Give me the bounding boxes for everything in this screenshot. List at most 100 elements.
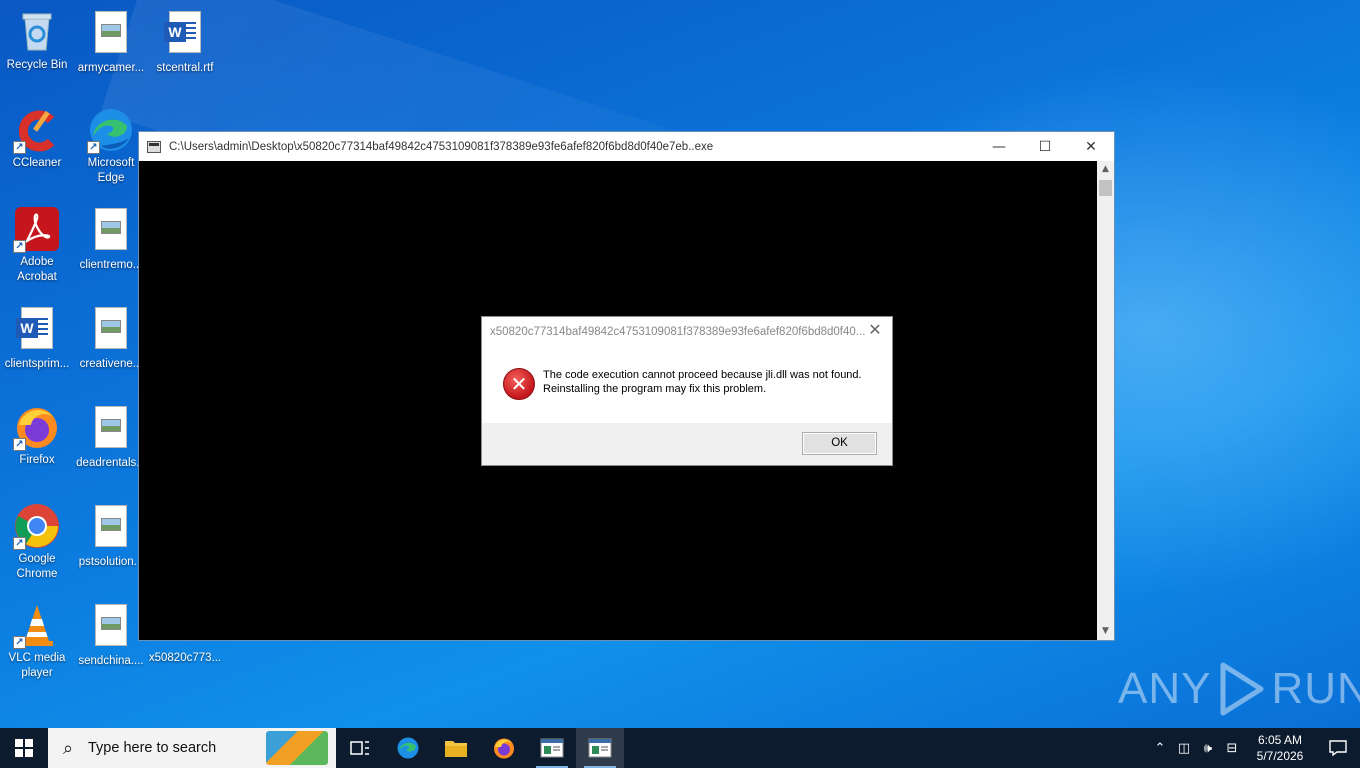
desktop-icon-label: clientremo... [79, 259, 143, 271]
desktop-icon-deadrentals[interactable]: deadrentals... [74, 403, 148, 471]
desktop-icon-label: x50820c773... [148, 652, 222, 664]
desktop-icon-label: stcentral.rtf [156, 62, 214, 74]
firefox-icon [494, 738, 514, 759]
meet-now-icon[interactable]: ◫ [1172, 741, 1196, 756]
image-file-icon [87, 307, 135, 355]
taskbar-file-explorer[interactable] [432, 728, 480, 768]
taskbar-console-app[interactable] [528, 728, 576, 768]
taskbar-firefox[interactable] [480, 728, 528, 768]
desktop-icon-ccleaner[interactable]: ↗ CCleaner [0, 106, 74, 171]
console-app-icon [540, 738, 564, 758]
desktop-icon-label: sendchina.... [78, 655, 144, 667]
desktop-icon-label: deadrentals... [76, 457, 146, 469]
console-app-icon [588, 738, 612, 758]
desktop: Recycle Bin ↗ CCleaner ↗ Adobe Acrobat W… [0, 0, 1360, 728]
shortcut-arrow-icon: ↗ [13, 141, 26, 154]
dialog-footer: OK [482, 423, 892, 465]
clock-time: 6:05 AM [1257, 733, 1303, 747]
notification-icon [1329, 740, 1347, 756]
image-file-icon [87, 604, 135, 652]
search-icon: ⌕ [62, 737, 74, 759]
minimize-button[interactable]: — [976, 132, 1022, 161]
ccleaner-icon: ↗ [13, 106, 61, 154]
shortcut-arrow-icon: ↗ [13, 636, 26, 649]
desktop-icon-label: Recycle Bin [6, 59, 68, 71]
desktop-icon-sendchina[interactable]: sendchina.... [74, 601, 148, 669]
taskbar-edge[interactable] [384, 728, 432, 768]
maximize-button[interactable]: ☐ [1022, 132, 1068, 161]
dialog-close-icon[interactable]: ✕ [864, 320, 886, 342]
desktop-icon-pstsolution[interactable]: pstsolution... [74, 502, 148, 570]
dialog-body: ✕ The code execution cannot proceed beca… [482, 346, 892, 424]
word-document-icon: W [161, 11, 209, 59]
show-hidden-icons-chevron-up-icon[interactable]: ⌃ [1148, 741, 1172, 756]
search-highlight-image [266, 731, 328, 765]
image-file-icon [87, 406, 135, 454]
desktop-icon-label: creativene... [79, 358, 143, 370]
scrollbar-thumb[interactable] [1099, 180, 1112, 196]
taskbar-clock[interactable]: 6:05 AM 5/7/2026 [1244, 732, 1316, 764]
desktop-icon-label: clientsprim... [4, 358, 70, 370]
scroll-down-arrow-icon[interactable]: ▼ [1097, 623, 1114, 640]
desktop-icon-label: armycamer... [77, 62, 145, 74]
console-vertical-scrollbar[interactable]: ▲ ▼ [1097, 161, 1114, 640]
network-icon[interactable]: ⊟ [1220, 741, 1244, 756]
search-placeholder: Type here to search [88, 740, 217, 756]
taskbar-search-box[interactable]: ⌕ Type here to search [48, 728, 336, 768]
desktop-icon-label: Adobe Acrobat [17, 256, 57, 283]
shortcut-arrow-icon: ↗ [87, 141, 100, 154]
windows-logo-icon [15, 739, 33, 757]
edge-icon: ↗ [87, 106, 135, 154]
desktop-icon-armycamer[interactable]: armycamer... [74, 8, 148, 76]
shortcut-arrow-icon: ↗ [13, 240, 26, 253]
desktop-icon-label: Microsoft Edge [87, 157, 135, 184]
desktop-icon-label: VLC media player [8, 652, 66, 679]
start-button[interactable] [0, 728, 48, 768]
image-file-icon [87, 505, 135, 553]
desktop-icon-firefox[interactable]: ↗ Firefox [0, 403, 74, 468]
recycle-bin-icon [13, 8, 61, 56]
desktop-icon-recycle-bin[interactable]: Recycle Bin [0, 8, 74, 73]
watermark-text-left: ANY [1118, 664, 1212, 713]
desktop-icon-label: pstsolution... [78, 556, 144, 568]
shortcut-arrow-icon: ↗ [13, 438, 26, 451]
acrobat-icon: ↗ [13, 205, 61, 253]
task-view-button[interactable] [336, 728, 384, 768]
close-button[interactable]: ✕ [1068, 132, 1114, 161]
taskbar: ⌕ Type here to search ⌃ ◫ 🕪 ⊟ 6:05 AM 5/… [0, 728, 1360, 768]
desktop-icon-microsoft-edge[interactable]: ↗ Microsoft Edge [74, 106, 148, 186]
console-titlebar[interactable]: C:\Users\admin\Desktop\x50820c77314baf49… [139, 132, 1114, 161]
dialog-titlebar[interactable]: x50820c77314baf49842c4753109081f378389e9… [482, 317, 892, 346]
image-file-icon [87, 11, 135, 59]
clock-date: 5/7/2026 [1256, 749, 1304, 763]
shortcut-arrow-icon: ↗ [13, 537, 26, 550]
error-icon: ✕ [503, 368, 535, 400]
error-dialog[interactable]: x50820c77314baf49842c4753109081f378389e9… [481, 316, 893, 466]
desktop-icon-creativene[interactable]: creativene... [74, 304, 148, 372]
watermark-text-right: RUN [1271, 664, 1360, 713]
console-app-icon [147, 140, 161, 153]
desktop-icon-stcentral[interactable]: W stcentral.rtf [148, 8, 222, 76]
taskbar-console-app-active[interactable] [576, 728, 624, 768]
desktop-icon-vlc[interactable]: ↗ VLC media player [0, 601, 74, 681]
desktop-icon-label: CCleaner [12, 157, 62, 169]
scroll-up-arrow-icon[interactable]: ▲ [1097, 161, 1114, 178]
desktop-icon-clientremo[interactable]: clientremo... [74, 205, 148, 273]
notification-center-button[interactable] [1316, 740, 1360, 756]
anyrun-watermark: ANY RUN [1118, 660, 1360, 718]
desktop-icon-google-chrome[interactable]: ↗ Google Chrome [0, 502, 74, 582]
edge-icon [397, 737, 419, 759]
console-title: C:\Users\admin\Desktop\x50820c77314baf49… [169, 140, 714, 153]
task-view-icon [350, 741, 369, 755]
chrome-icon: ↗ [13, 502, 61, 550]
desktop-icon-adobe-acrobat[interactable]: ↗ Adobe Acrobat [0, 205, 74, 285]
firefox-icon: ↗ [13, 403, 61, 451]
image-file-icon [87, 208, 135, 256]
ok-button[interactable]: OK [802, 432, 877, 455]
volume-icon[interactable]: 🕪 [1196, 741, 1220, 756]
desktop-icon-label: Firefox [19, 454, 55, 466]
desktop-icon-label: Google Chrome [16, 553, 58, 580]
desktop-icon-clientsprim[interactable]: W clientsprim... [0, 304, 74, 372]
folder-icon [445, 741, 467, 757]
dialog-message: The code execution cannot proceed becaus… [543, 369, 862, 395]
